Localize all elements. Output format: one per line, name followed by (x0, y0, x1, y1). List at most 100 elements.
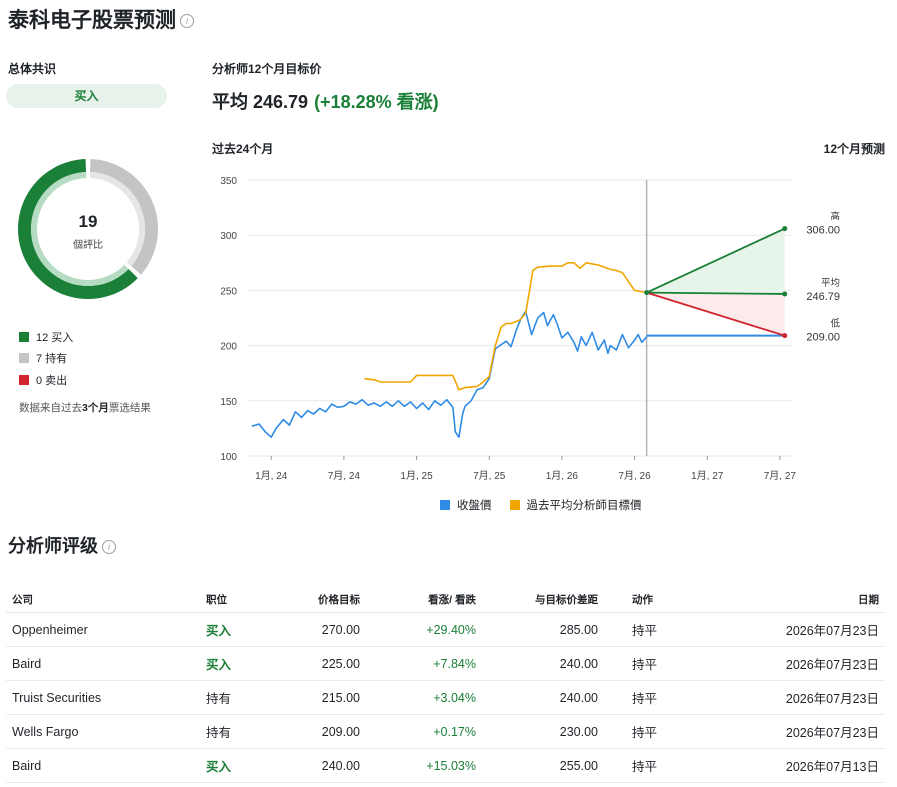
table-row[interactable]: Baird 买入 240.00 +15.03% 255.00 持平 2026年07月13日 (6, 748, 885, 783)
forecast-period-label: 12个月预测 (823, 142, 885, 156)
forecast-average-value: 246.79 (806, 291, 840, 303)
col-date[interactable]: 日期 (705, 586, 885, 613)
legend-hold-text: 7 持有 (36, 353, 68, 365)
cell-company: Wells Fargo (6, 714, 200, 749)
cell-position: 持有 (200, 680, 274, 715)
y-tick-label: 200 (220, 342, 237, 353)
buy-swatch (19, 332, 29, 342)
x-tick-label: 7月, 24 (328, 470, 361, 482)
x-tick-label: 1月, 27 (691, 470, 724, 482)
chart-legend: 收盤價 過去平均分析師目標價 (440, 497, 660, 513)
page-title: 泰科电子股票预测 i (8, 4, 194, 34)
cell-date: 2026年07月13日 (705, 748, 885, 783)
info-icon[interactable]: i (180, 14, 194, 29)
page-title-text: 泰科电子股票预测 (8, 9, 176, 32)
avg-target-history-line (364, 262, 647, 391)
col-company[interactable]: 公司 (6, 586, 200, 613)
legend-avg-target-text: 過去平均分析師目標價 (526, 500, 642, 512)
table-row[interactable]: Oppenheimer 买入 270.00 +29.40% 285.00 持平 2026年0… (6, 612, 885, 647)
cell-gap: 255.00 (482, 748, 604, 783)
cell-action: 持平 (604, 714, 706, 749)
ratings-table: 公司 职位 价格目标 看涨/ 看跌 与目标价差距 动作 日期 Oppenheim… (6, 586, 885, 783)
consensus-label: 总体共识 (8, 62, 57, 76)
cell-date: 2026年07月23日 (705, 714, 885, 749)
col-action[interactable]: 动作 (604, 586, 706, 613)
x-tick-label: 1月, 24 (255, 470, 288, 482)
past-period-label: 过去24个月 (212, 142, 274, 156)
table-header-row: 公司 职位 价格目标 看涨/ 看跌 与目标价差距 动作 日期 (6, 586, 885, 613)
forecast-low-value: 209.00 (806, 332, 840, 344)
x-tick-label: 7月, 25 (473, 470, 506, 482)
ratings-title-text: 分析师评级 (8, 536, 98, 556)
consensus-rating-badge: 买入 (6, 84, 167, 108)
cell-gap: 240.00 (482, 680, 604, 715)
forecast-high-dot (782, 226, 788, 232)
cell-position: 买入 (200, 646, 274, 681)
y-tick-label: 150 (220, 397, 237, 408)
cell-gap: 285.00 (482, 612, 604, 647)
table-row[interactable]: Baird 买入 225.00 +7.84% 240.00 持平 2026年07月23日 (6, 646, 885, 681)
cell-action: 持平 (604, 680, 706, 715)
cell-company: Oppenheimer (6, 612, 200, 647)
forecast-high-label: 高 (830, 211, 840, 223)
col-target[interactable]: 价格目标 (274, 586, 366, 613)
col-change[interactable]: 看涨/ 看跌 (366, 586, 482, 613)
legend-sell-text: 0 卖出 (36, 375, 68, 387)
legend-close-price-text: 收盤價 (457, 500, 492, 512)
target-label: 分析师12个月目标价 (212, 62, 322, 76)
cell-action: 持平 (604, 612, 706, 647)
info-icon[interactable]: i (102, 540, 116, 555)
hold-swatch (19, 353, 29, 363)
cell-target: 240.00 (274, 748, 366, 783)
col-gap[interactable]: 与目标价差距 (482, 586, 604, 613)
cell-company: Truist Securities (6, 680, 200, 715)
cell-date: 2026年07月23日 (705, 646, 885, 681)
note-period: 3个月 (82, 402, 109, 414)
consensus-note: 数据来自过去3个月票选结果 (19, 400, 151, 415)
y-tick-label: 100 (220, 452, 237, 463)
forecast-start-dot (644, 290, 650, 296)
cell-date: 2026年07月23日 (705, 612, 885, 647)
legend-close-price[interactable]: 收盤價 (440, 497, 492, 513)
cell-position: 买入 (200, 748, 274, 783)
legend-buy: 12 买入 (19, 329, 73, 345)
forecast-low-label: 低 (830, 318, 840, 330)
cell-action: 持平 (604, 646, 706, 681)
cell-gap: 240.00 (482, 646, 604, 681)
note-prefix: 数据来自过去 (19, 402, 82, 414)
rating-count: 19 (78, 212, 98, 231)
y-tick-label: 300 (220, 231, 237, 242)
legend-hold: 7 持有 (19, 350, 67, 366)
avg-target-swatch (509, 500, 520, 510)
note-suffix: 票选结果 (108, 402, 151, 414)
cell-change: +29.40% (366, 612, 482, 647)
y-tick-label: 250 (220, 286, 237, 297)
cell-target: 270.00 (274, 612, 366, 647)
close-price-swatch (440, 500, 450, 510)
col-position[interactable]: 职位 (200, 586, 274, 613)
cell-target: 209.00 (274, 714, 366, 749)
x-tick-label: 7月, 27 (764, 470, 797, 482)
table-row[interactable]: Truist Securities 持有 215.00 +3.04% 240.00 持平 2… (6, 680, 885, 715)
forecast-high-value: 306.00 (806, 225, 840, 237)
forecast-average-label: 平均 (821, 277, 840, 289)
x-tick-label: 1月, 26 (546, 470, 579, 482)
average-target: 平均 246.79 (+18.28% 看涨) (212, 88, 439, 114)
legend-avg-target[interactable]: 過去平均分析師目標價 (509, 497, 642, 513)
legend-buy-text: 12 买入 (36, 332, 74, 344)
cell-target: 225.00 (274, 646, 366, 681)
cell-company: Baird (6, 748, 200, 783)
price-forecast-chart: 350 300 250 200 150 100 1月, 24 7月, 24 1月, 25 7月, … (220, 176, 840, 482)
cell-position: 持有 (200, 714, 274, 749)
cell-change: +0.17% (366, 714, 482, 749)
table-row[interactable]: Wells Fargo 持有 209.00 +0.17% 230.00 持平 2026年07… (6, 714, 885, 749)
cell-change: +3.04% (366, 680, 482, 715)
y-tick-label: 350 (220, 176, 237, 187)
cell-change: +7.84% (366, 646, 482, 681)
average-target-value: 平均 246.79 (212, 92, 309, 112)
average-target-pct: (+18.28% 看涨) (314, 92, 439, 112)
x-tick-label: 7月, 26 (618, 470, 651, 482)
cell-action: 持平 (604, 748, 706, 783)
close-price-line (251, 310, 648, 439)
forecast-average-dot (782, 291, 788, 297)
